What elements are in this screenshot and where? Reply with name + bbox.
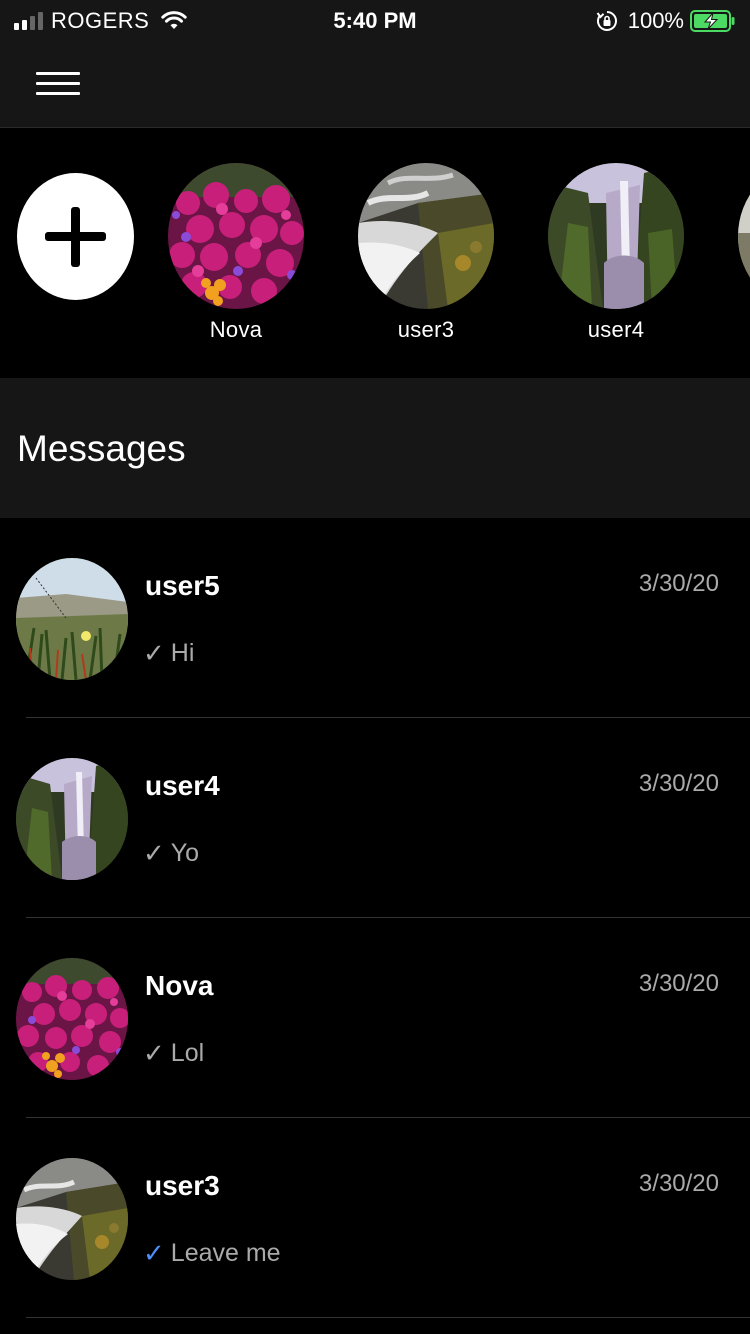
- preview-text: Leave me: [170, 1239, 281, 1267]
- avatar: [16, 958, 128, 1080]
- conversation-preview: ✓ Leave me: [143, 1238, 281, 1269]
- conversation-name: user3: [145, 1170, 220, 1201]
- story-name: user4: [587, 317, 645, 342]
- check-icon: ✓: [143, 1038, 165, 1068]
- story-avatar: [168, 163, 304, 309]
- story-avatar: [738, 163, 750, 309]
- avatar: [16, 1158, 128, 1280]
- conversation-date: 3/30/20: [638, 1170, 719, 1197]
- check-icon: ✓: [143, 1238, 165, 1268]
- conversation-preview: ✓ Lol: [143, 1038, 204, 1069]
- status-right: 100%: [596, 8, 736, 34]
- row-divider: [26, 1317, 750, 1318]
- conversation-row[interactable]: user4 3/30/20 ✓ Yo: [0, 718, 750, 918]
- story-name: user3: [397, 317, 455, 342]
- conversation-date: 3/30/20: [638, 970, 719, 997]
- status-bar: ROGERS 5:40 PM 100%: [0, 0, 750, 40]
- avatar: [16, 758, 128, 880]
- nav-bar: [0, 40, 750, 128]
- stories-row[interactable]: Nova user3 user4: [0, 129, 750, 378]
- story-avatar: [548, 163, 684, 309]
- messages-header: Messages: [0, 378, 750, 518]
- preview-text: Hi: [170, 639, 195, 667]
- page-title: Messages: [17, 428, 186, 469]
- conversation-name: user4: [145, 770, 220, 801]
- add-story-button[interactable]: [17, 173, 134, 300]
- battery-icon: [690, 10, 736, 32]
- story-item[interactable]: user3: [358, 163, 494, 343]
- conversation-date: 3/30/20: [638, 570, 719, 597]
- story-item[interactable]: user4: [548, 163, 684, 343]
- conversation-date: 3/30/20: [638, 770, 719, 797]
- check-icon: ✓: [143, 838, 165, 868]
- menu-icon[interactable]: [36, 72, 80, 96]
- check-icon: ✓: [143, 638, 165, 668]
- battery-percent: 100%: [627, 8, 684, 33]
- story-item[interactable]: Nova: [168, 163, 304, 343]
- story-avatar: [358, 163, 494, 309]
- story-name: Nova: [209, 317, 263, 342]
- preview-text: Lol: [170, 1039, 205, 1067]
- conversation-preview: ✓ Hi: [143, 638, 194, 669]
- preview-text: Yo: [170, 839, 200, 867]
- conversation-preview: ✓ Yo: [143, 838, 199, 869]
- conversation-list[interactable]: user5 3/30/20 ✓ Hi user4 3/30/20 ✓ Yo No…: [0, 518, 750, 1318]
- conversation-name: Nova: [145, 970, 214, 1001]
- conversation-row[interactable]: user5 3/30/20 ✓ Hi: [0, 518, 750, 718]
- avatar: [16, 558, 128, 680]
- conversation-name: user5: [145, 570, 220, 601]
- story-item[interactable]: [738, 163, 750, 309]
- conversation-row[interactable]: Nova 3/30/20 ✓ Lol: [0, 918, 750, 1118]
- orientation-lock-icon: [596, 10, 618, 32]
- conversation-row[interactable]: user3 3/30/20 ✓ Leave me: [0, 1118, 750, 1318]
